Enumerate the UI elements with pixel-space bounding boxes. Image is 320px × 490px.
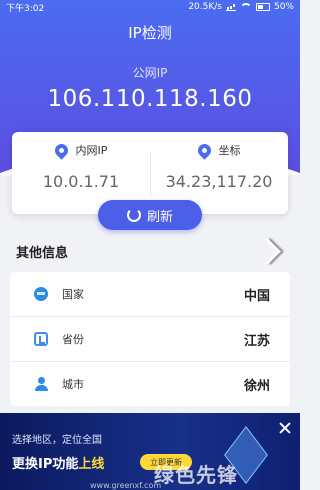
row-value: 徐州 xyxy=(243,378,270,394)
ad-subtitle: 选择地区，定位全国 xyxy=(12,435,102,446)
globe-icon xyxy=(34,287,48,301)
battery-icon xyxy=(255,3,270,11)
close-icon[interactable] xyxy=(278,421,292,435)
refresh-label: 刷新 xyxy=(146,209,173,225)
watermark-url: www.greenxf.com xyxy=(90,481,162,490)
ad-headline: 更换IP功能上线 xyxy=(12,453,104,472)
info-list: 国家 中国 省份 江苏 城市 徐州 xyxy=(10,272,290,406)
row-label: 国家 xyxy=(62,288,84,301)
coords-value: 34.23,117.20 xyxy=(165,172,273,191)
section-title: 其他信息 xyxy=(16,246,69,261)
list-item: 省份 江苏 xyxy=(10,317,290,362)
page-title: IP检测 xyxy=(128,24,172,42)
status-time: 下午3:02 xyxy=(6,3,45,14)
battery-percent: 50% xyxy=(273,2,294,12)
refresh-button[interactable]: 刷新 xyxy=(98,200,202,230)
refresh-icon xyxy=(126,208,141,222)
location-pin-icon xyxy=(51,140,71,160)
public-ip-value: 106.110.118.160 xyxy=(47,86,253,112)
inner-ip-value: 10.0.1.71 xyxy=(42,172,120,191)
city-icon xyxy=(34,377,48,391)
row-value: 中国 xyxy=(243,288,270,304)
list-item: 国家 中国 xyxy=(10,272,290,317)
list-item: 城市 徐州 xyxy=(10,362,290,406)
watermark-text: 绿色先锋 xyxy=(154,463,238,487)
chevron-right-icon[interactable] xyxy=(254,236,284,272)
row-label: 城市 xyxy=(62,378,84,391)
row-value: 江苏 xyxy=(243,333,270,349)
ad-banner[interactable]: 选择地区，定位全国 更换IP功能上线 立即更新 绿色先锋 www.greenxf… xyxy=(0,413,300,490)
signal-icon xyxy=(225,3,236,11)
inner-ip-block: 内网IP 10.0.1.71 xyxy=(12,140,150,191)
location-pin-icon xyxy=(194,140,214,160)
public-ip-label: 公网IP xyxy=(132,66,168,80)
coords-label: 坐标 xyxy=(218,144,241,157)
row-label: 省份 xyxy=(62,333,84,346)
status-bar: 下午3:02 20.5K/s 50% xyxy=(0,0,300,14)
region-icon xyxy=(34,332,48,346)
ad-headline-main: 更换IP功能 xyxy=(12,457,79,472)
coords-block: 坐标 34.23,117.20 xyxy=(150,140,288,191)
wifi-icon xyxy=(239,3,252,11)
inner-ip-label: 内网IP xyxy=(75,144,108,157)
network-speed: 20.5K/s xyxy=(188,2,222,12)
ad-headline-highlight: 上线 xyxy=(78,457,105,472)
